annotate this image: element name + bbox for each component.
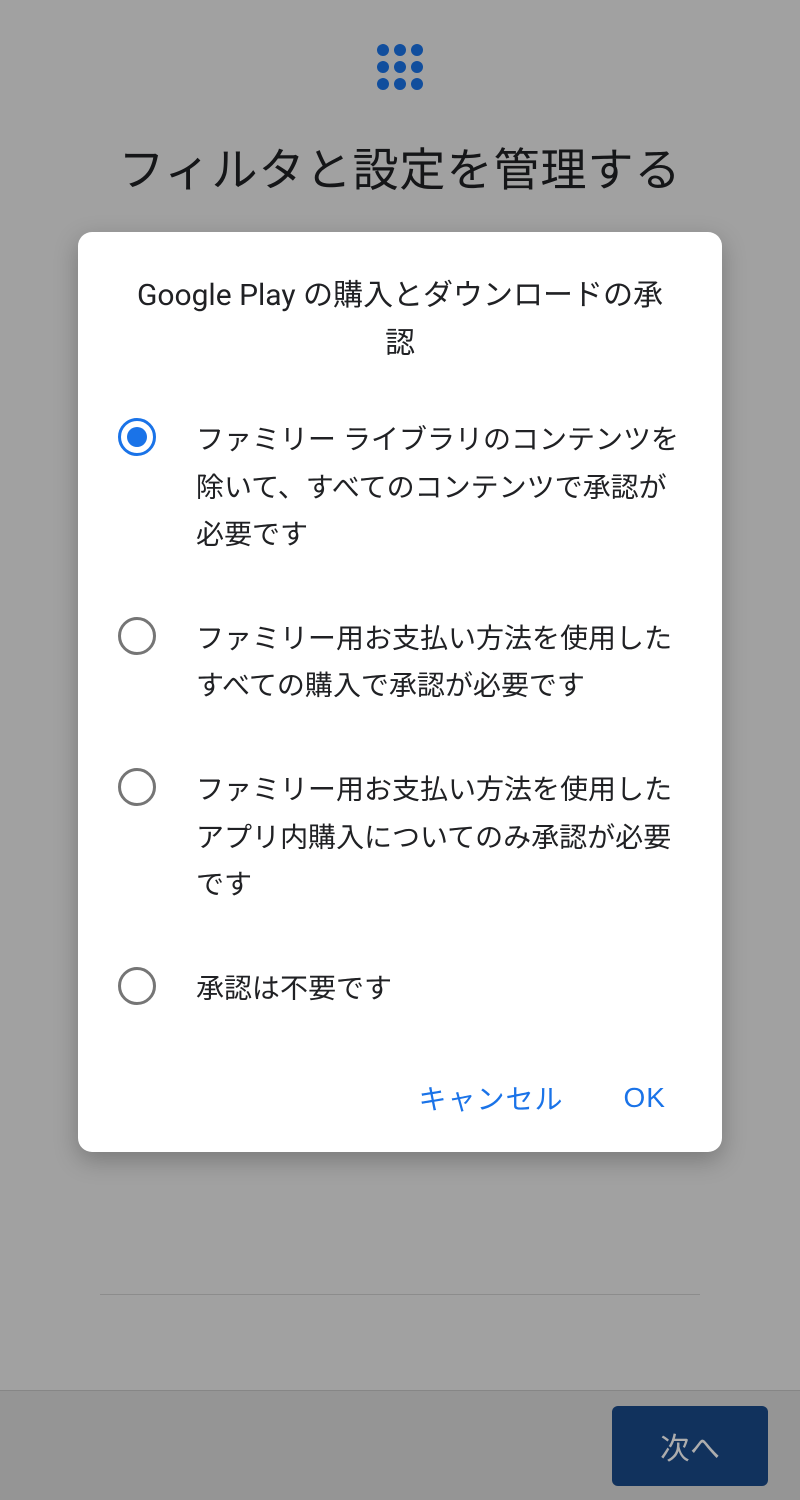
ok-button[interactable]: OK [616,1068,674,1128]
option-label: 承認は不要です [196,965,682,1013]
option-in-app-only[interactable]: ファミリー用お支払い方法を使用したアプリ内購入についてのみ承認が必要です [118,766,682,909]
radio-icon [118,617,156,655]
dialog-actions: キャンセル OK [118,1068,682,1128]
options-group: ファミリー ライブラリのコンテンツを除いて、すべてのコンテンツで承認が必要です … [118,416,682,1012]
option-all-purchases[interactable]: ファミリー用お支払い方法を使用したすべての購入で承認が必要です [118,615,682,710]
option-label: ファミリー用お支払い方法を使用したすべての購入で承認が必要です [196,615,682,710]
option-no-approval[interactable]: 承認は不要です [118,965,682,1013]
option-all-content[interactable]: ファミリー ライブラリのコンテンツを除いて、すべてのコンテンツで承認が必要です [118,416,682,559]
option-label: ファミリー用お支払い方法を使用したアプリ内購入についてのみ承認が必要です [196,766,682,909]
radio-icon [118,768,156,806]
option-label: ファミリー ライブラリのコンテンツを除いて、すべてのコンテンツで承認が必要です [196,416,682,559]
dialog-title: Google Play の購入とダウンロードの承認 [118,272,682,368]
approval-dialog: Google Play の購入とダウンロードの承認 ファミリー ライブラリのコン… [78,232,722,1152]
radio-icon [118,967,156,1005]
radio-icon [118,418,156,456]
cancel-button[interactable]: キャンセル [411,1068,572,1128]
